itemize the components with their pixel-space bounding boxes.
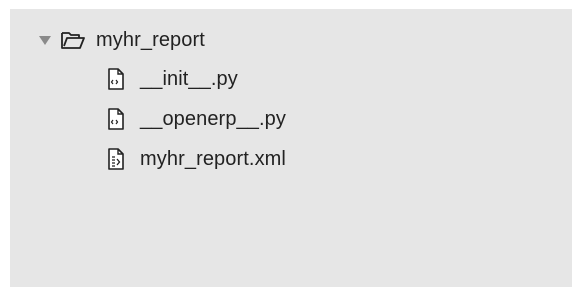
file-name-label: __openerp__.py — [140, 107, 286, 130]
folder-name-label: myhr_report — [96, 28, 205, 51]
python-file-icon — [104, 67, 128, 91]
expand-arrow-icon[interactable] — [38, 33, 52, 47]
folder-open-icon — [60, 28, 86, 52]
tree-node-openerp-py[interactable]: __openerp__.py — [104, 105, 286, 133]
tree-node-myhr-report-xml[interactable]: myhr_report.xml — [104, 145, 286, 173]
file-name-label: myhr_report.xml — [140, 147, 286, 170]
tree-node-init-py[interactable]: __init__.py — [104, 65, 238, 93]
file-name-label: __init__.py — [140, 67, 238, 90]
tree-node-myhr-report-folder[interactable]: myhr_report — [38, 26, 205, 54]
xml-file-icon — [104, 147, 128, 171]
file-tree-panel: myhr_report __init__.py __openerp__.py m… — [10, 9, 572, 287]
python-file-icon — [104, 107, 128, 131]
